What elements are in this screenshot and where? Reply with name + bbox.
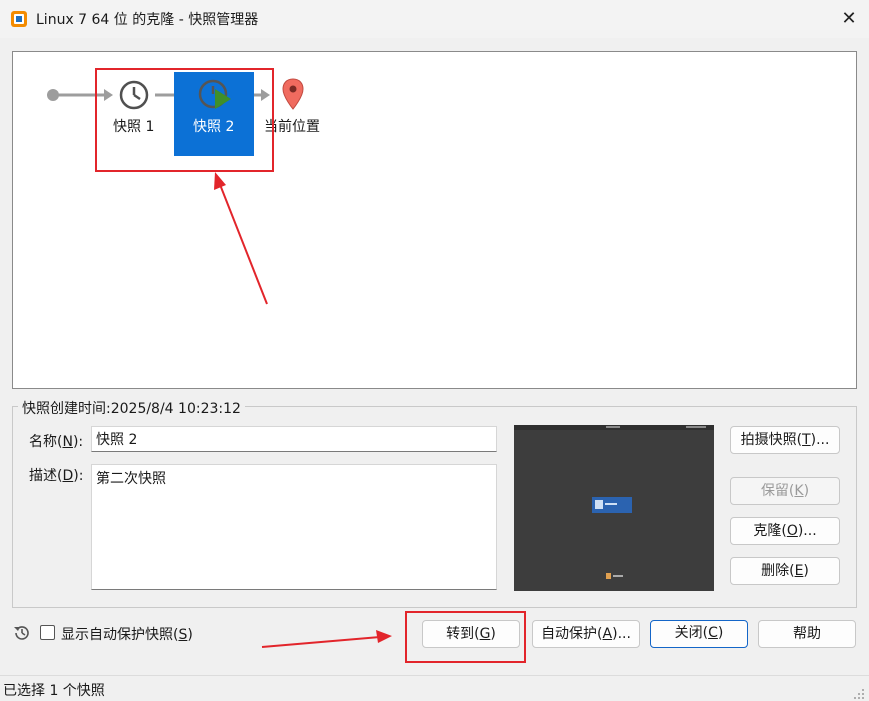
keep-button[interactable]: 保留(K) bbox=[730, 477, 840, 505]
close-button[interactable]: 关闭(C) bbox=[650, 620, 748, 648]
clone-button[interactable]: 克隆(O)... bbox=[730, 517, 840, 545]
annotation-arrow-up bbox=[214, 172, 268, 305]
show-autoprotect-checkbox[interactable] bbox=[40, 625, 55, 640]
annotation-arrow-right bbox=[261, 630, 392, 648]
autoprotect-button[interactable]: 自动保护(A)... bbox=[532, 620, 640, 648]
timeline-start-dot bbox=[47, 89, 59, 101]
description-label: 描述(D): bbox=[29, 468, 84, 484]
selection-status: 已选择 1 个快照 bbox=[3, 683, 105, 699]
delete-button[interactable]: 删除(E) bbox=[730, 557, 840, 585]
name-label: 名称(N): bbox=[29, 434, 84, 450]
vmware-app-icon bbox=[11, 11, 27, 27]
help-button[interactable]: 帮助 bbox=[758, 620, 856, 648]
status-bar bbox=[0, 675, 869, 701]
annotation-highlight-box bbox=[95, 68, 274, 172]
window-title: Linux 7 64 位 的克隆 - 快照管理器 bbox=[36, 12, 259, 28]
take-snapshot-button[interactable]: 拍摄快照(T)... bbox=[730, 426, 840, 454]
show-autoprotect-label[interactable]: 显示自动保护快照(S) bbox=[61, 624, 193, 644]
snapshot-created-time: 快照创建时间:2025/8/4 10:23:12 bbox=[18, 398, 245, 418]
annotation-goto-highlight bbox=[405, 611, 526, 663]
close-window-icon[interactable]: ✕ bbox=[836, 6, 862, 32]
snapshot-description-textarea[interactable]: 第二次快照 bbox=[91, 464, 497, 590]
snapshot-name-input[interactable]: 快照 2 bbox=[91, 426, 497, 452]
resize-grip-icon[interactable] bbox=[853, 688, 865, 700]
preview-screen-image bbox=[514, 425, 714, 591]
location-pin-icon bbox=[282, 78, 304, 110]
snapshot-preview-thumbnail bbox=[514, 425, 714, 591]
history-icon bbox=[14, 626, 29, 640]
